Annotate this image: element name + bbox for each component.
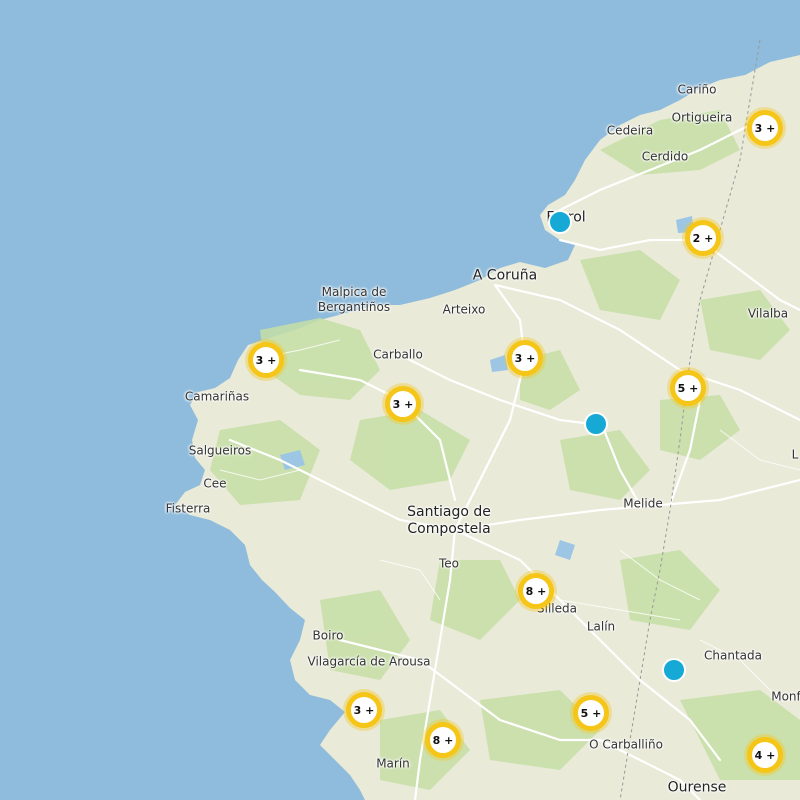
place-label-cedeira: Cedeira <box>606 123 654 138</box>
cluster-marker[interactable]: 2 + <box>685 220 721 256</box>
cluster-marker[interactable]: 3 + <box>346 692 382 728</box>
place-label-lalin: Lalín <box>586 619 616 634</box>
cluster-marker[interactable]: 8 + <box>425 722 461 758</box>
cluster-marker[interactable]: 5 + <box>670 370 706 406</box>
map-view[interactable]: Cariño Ortigueira Cedeira Cerdido Ferrol… <box>0 0 800 800</box>
place-label-acoruna: A Coruña <box>472 267 538 284</box>
place-label-ocarballino: O Carballiño <box>589 737 663 752</box>
place-label-monforte: Monf <box>771 689 800 704</box>
place-label-salgueiros: Salgueiros <box>188 443 252 458</box>
cluster-marker[interactable]: 3 + <box>385 386 421 422</box>
place-label-vilagarcia: Vilagarcía de Arousa <box>307 654 431 669</box>
place-label-cee: Cee <box>203 476 227 491</box>
map-point-marker[interactable] <box>548 210 572 234</box>
place-label-teo: Teo <box>438 556 460 571</box>
place-label-melide: Melide <box>623 496 663 511</box>
place-label-fisterra: Fisterra <box>165 501 211 516</box>
cluster-marker[interactable]: 4 + <box>747 737 783 773</box>
cluster-marker[interactable]: 8 + <box>518 573 554 609</box>
cluster-marker[interactable]: 3 + <box>507 340 543 376</box>
place-label-santiago: Santiago de Compostela <box>407 504 491 537</box>
place-label-carballo: Carballo <box>373 347 423 362</box>
place-label-arteixo: Arteixo <box>442 302 486 317</box>
place-label-marin: Marín <box>376 756 410 771</box>
cluster-marker[interactable]: 3 + <box>747 110 783 146</box>
map-point-marker[interactable] <box>584 412 608 436</box>
place-label-malpica: Malpica de Bergantiños <box>317 285 391 314</box>
map-point-marker[interactable] <box>662 658 686 682</box>
place-label-ortigueira: Ortigueira <box>671 110 733 125</box>
place-label-chantada: Chantada <box>704 648 762 663</box>
place-label-vilalba: Vilalba <box>747 306 789 321</box>
cluster-marker[interactable]: 5 + <box>573 695 609 731</box>
cluster-marker[interactable]: 3 + <box>248 342 284 378</box>
place-label-ourense: Ourense <box>667 779 727 796</box>
place-label-camarinas: Camariñas <box>184 389 250 404</box>
place-label-carino: Cariño <box>677 82 717 97</box>
place-label-lugo-partial: L <box>791 447 799 462</box>
place-label-cerdido: Cerdido <box>641 149 689 164</box>
place-label-boiro: Boiro <box>312 628 344 643</box>
